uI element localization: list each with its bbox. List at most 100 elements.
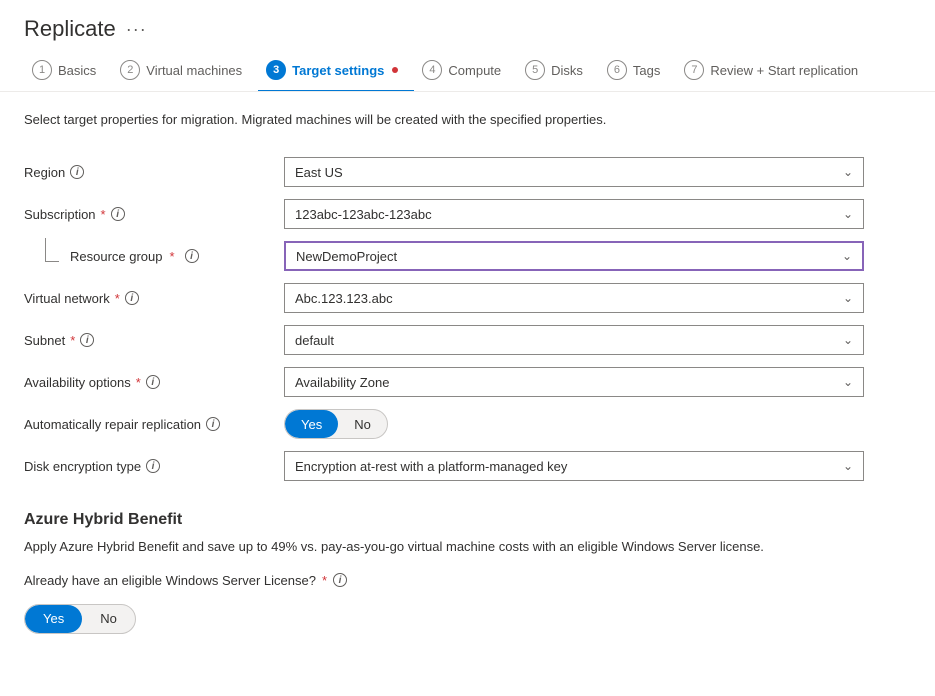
wizard-steps: 1 Basics 2 Virtual machines 3 Target set… [0,50,935,92]
subnet-control: default ⌄ [284,325,864,355]
step-label-review: Review + Start replication [710,63,858,78]
hybrid-yes-option[interactable]: Yes [25,605,82,633]
subscription-chevron-icon: ⌄ [843,207,853,221]
subscription-required: * [101,207,106,222]
encryption-dropdown[interactable]: Encryption at-rest with a platform-manag… [284,451,864,481]
resource-group-label: Resource group [70,249,163,264]
step-circle-5: 5 [525,60,545,80]
resource-group-dropdown[interactable]: NewDemoProject ⌄ [284,241,864,271]
encryption-chevron-icon: ⌄ [843,459,853,473]
region-row: Region i East US ⌄ [24,151,911,193]
region-dropdown[interactable]: East US ⌄ [284,157,864,187]
region-info-icon[interactable]: i [70,165,84,179]
virtual-network-row: Virtual network * i Abc.123.123.abc ⌄ [24,277,911,319]
availability-required: * [136,375,141,390]
resource-group-control: NewDemoProject ⌄ [284,241,864,271]
step-circle-6: 6 [607,60,627,80]
subscription-dropdown[interactable]: 123abc-123abc-123abc ⌄ [284,199,864,229]
virtual-network-label: Virtual network * i [24,291,284,306]
subnet-required: * [70,333,75,348]
page-title: Replicate [24,16,116,42]
subnet-dropdown[interactable]: default ⌄ [284,325,864,355]
step-label-disks: Disks [551,63,583,78]
step-circle-7: 7 [684,60,704,80]
hybrid-benefit-required: * [322,573,327,588]
hybrid-benefit-question: Already have an eligible Windows Server … [24,573,316,588]
subscription-label: Subscription * i [24,207,284,222]
resource-group-row: Resource group * i NewDemoProject ⌄ [24,235,911,277]
hybrid-benefit-question-row: Already have an eligible Windows Server … [24,573,911,588]
virtual-network-dropdown[interactable]: Abc.123.123.abc ⌄ [284,283,864,313]
repair-row: Automatically repair replication i Yes N… [24,403,911,445]
step-circle-3: 3 [266,60,286,80]
step-label-compute: Compute [448,63,501,78]
encryption-control: Encryption at-rest with a platform-manag… [284,451,864,481]
step-circle-1: 1 [32,60,52,80]
resource-group-info-icon[interactable]: i [185,249,199,263]
hybrid-toggle[interactable]: Yes No [24,604,136,634]
repair-info-icon[interactable]: i [206,417,220,431]
encryption-row: Disk encryption type i Encryption at-res… [24,445,911,487]
hybrid-no-option[interactable]: No [82,605,135,633]
virtual-network-info-icon[interactable]: i [125,291,139,305]
repair-toggle[interactable]: Yes No [284,409,388,439]
more-options-icon[interactable]: ··· [126,19,147,40]
step-virtual-machines[interactable]: 2 Virtual machines [112,50,258,92]
subnet-row: Subnet * i default ⌄ [24,319,911,361]
encryption-value: Encryption at-rest with a platform-manag… [295,459,567,474]
repair-control: Yes No [284,409,864,439]
step-dot-indicator [392,67,398,73]
form-section: Region i East US ⌄ Subscription * i 123a… [24,151,911,487]
availability-dropdown[interactable]: Availability Zone ⌄ [284,367,864,397]
resource-group-indent: Resource group * i [24,249,284,264]
resource-group-chevron-icon: ⌄ [842,249,852,263]
region-control: East US ⌄ [284,157,864,187]
hybrid-benefit-title: Azure Hybrid Benefit [24,511,911,529]
virtual-network-required: * [115,291,120,306]
subnet-value: default [295,333,334,348]
step-circle-4: 4 [422,60,442,80]
step-tags[interactable]: 6 Tags [599,50,676,92]
subscription-control: 123abc-123abc-123abc ⌄ [284,199,864,229]
hybrid-benefit-description: Apply Azure Hybrid Benefit and save up t… [24,537,911,557]
page-description: Select target properties for migration. … [24,112,911,127]
availability-control: Availability Zone ⌄ [284,367,864,397]
step-basics[interactable]: 1 Basics [24,50,112,92]
virtual-network-value: Abc.123.123.abc [295,291,393,306]
content-area: Select target properties for migration. … [0,92,935,654]
step-disks[interactable]: 5 Disks [517,50,599,92]
encryption-label: Disk encryption type i [24,459,284,474]
availability-row: Availability options * i Availability Zo… [24,361,911,403]
step-target-settings[interactable]: 3 Target settings [258,50,414,92]
step-label-vms: Virtual machines [146,63,242,78]
resource-group-value: NewDemoProject [296,249,397,264]
page-header: Replicate ··· [0,0,935,50]
step-review[interactable]: 7 Review + Start replication [676,50,874,92]
resource-group-required: * [170,249,175,264]
region-chevron-icon: ⌄ [843,165,853,179]
step-label-tags: Tags [633,63,660,78]
step-compute[interactable]: 4 Compute [414,50,517,92]
availability-label: Availability options * i [24,375,284,390]
step-label-basics: Basics [58,63,96,78]
subnet-info-icon[interactable]: i [80,333,94,347]
subscription-info-icon[interactable]: i [111,207,125,221]
encryption-info-icon[interactable]: i [146,459,160,473]
repair-toggle-container: Yes No [284,409,864,439]
hybrid-benefit-info-icon[interactable]: i [333,573,347,587]
virtual-network-chevron-icon: ⌄ [843,291,853,305]
repair-no-option[interactable]: No [338,410,387,438]
subscription-value: 123abc-123abc-123abc [295,207,432,222]
step-label-target: Target settings [292,63,384,78]
subscription-row: Subscription * i 123abc-123abc-123abc ⌄ [24,193,911,235]
repair-yes-option[interactable]: Yes [285,410,338,438]
virtual-network-control: Abc.123.123.abc ⌄ [284,283,864,313]
repair-label: Automatically repair replication i [24,417,284,432]
region-value: East US [295,165,343,180]
availability-info-icon[interactable]: i [146,375,160,389]
step-circle-2: 2 [120,60,140,80]
subnet-chevron-icon: ⌄ [843,333,853,347]
subnet-label: Subnet * i [24,333,284,348]
availability-chevron-icon: ⌄ [843,375,853,389]
hybrid-benefit-section: Azure Hybrid Benefit Apply Azure Hybrid … [24,511,911,634]
